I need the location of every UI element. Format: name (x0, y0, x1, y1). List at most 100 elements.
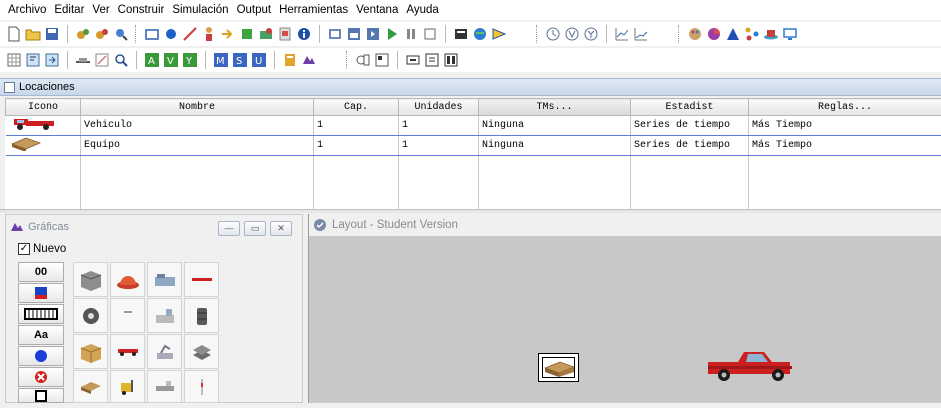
table-cell-icono[interactable] (6, 116, 81, 136)
table-cell-empty[interactable] (6, 156, 81, 212)
circle-icon[interactable] (163, 26, 179, 42)
path-network-icon[interactable] (75, 52, 91, 68)
streams-icon[interactable] (443, 52, 459, 68)
run-icon[interactable] (384, 26, 400, 42)
area-chart-icon[interactable] (633, 26, 649, 42)
table-cell-nombre[interactable]: Equipo (81, 136, 314, 156)
column-header-icono[interactable]: Icono (6, 99, 81, 116)
model-gear-icon[interactable] (75, 26, 91, 42)
column-header-nombre[interactable]: Nombre (81, 99, 314, 116)
menu-simulacion[interactable]: Simulación (168, 4, 232, 16)
rectangle-icon[interactable] (144, 26, 160, 42)
stop-icon[interactable] (422, 26, 438, 42)
graphic-box-cell[interactable] (73, 334, 108, 369)
menu-archivo[interactable]: Archivo (4, 4, 50, 16)
column-header-estadist[interactable]: Estadist (631, 99, 749, 116)
location-vehiculo[interactable] (704, 346, 796, 382)
close-button[interactable]: ✕ (270, 221, 292, 236)
export-icon[interactable] (491, 26, 507, 42)
variables-icon[interactable] (355, 52, 371, 68)
menu-ventana[interactable]: Ventana (352, 4, 402, 16)
panel-restore-icon[interactable] (4, 82, 15, 93)
table-cell-nombre[interactable]: Vehiculo (81, 116, 314, 136)
table-cell-cap[interactable]: 1 (314, 116, 399, 136)
palette-icon[interactable] (687, 26, 703, 42)
view-icon[interactable] (327, 26, 343, 42)
square-button[interactable] (18, 388, 64, 403)
graphic-car-red-cell[interactable] (110, 334, 145, 369)
minimize-button[interactable]: — (218, 221, 240, 236)
nuevo-checkbox[interactable]: ✓ (18, 243, 30, 255)
table-cell-icono[interactable] (6, 136, 81, 156)
macro-u-icon[interactable]: U (251, 52, 267, 68)
column-header-cap[interactable]: Cap. (314, 99, 399, 116)
graphic-press-cell[interactable] (147, 298, 182, 333)
book-icon[interactable] (282, 52, 298, 68)
open-folder-icon[interactable] (25, 26, 41, 42)
column-header-unidades[interactable]: Unidades (399, 99, 479, 116)
text-button[interactable]: Aa (18, 325, 64, 345)
graphic-rack-cell[interactable] (184, 334, 219, 369)
graphic-barrel-cell[interactable] (184, 298, 219, 333)
nuevo-checkbox-row[interactable]: ✓ Nuevo (18, 243, 66, 255)
graphic-pole-cell[interactable] (184, 370, 219, 403)
menu-construir[interactable]: Construir (114, 4, 169, 16)
line-chart-icon[interactable] (614, 26, 630, 42)
table-cell-empty[interactable] (399, 156, 479, 212)
chart-v-icon[interactable] (564, 26, 580, 42)
location-equipo[interactable] (538, 353, 579, 382)
table-cell-empty[interactable] (81, 156, 314, 212)
pause-icon[interactable] (403, 26, 419, 42)
output-icon[interactable] (453, 26, 469, 42)
subroutine-icon[interactable] (405, 52, 421, 68)
monitor-icon[interactable] (782, 26, 798, 42)
chart-y-icon[interactable] (583, 26, 599, 42)
pie-icon[interactable] (706, 26, 722, 42)
menu-ayuda[interactable]: Ayuda (402, 4, 442, 16)
table-cell-unidades[interactable]: 1 (399, 116, 479, 136)
table-cell-empty[interactable] (479, 156, 631, 212)
layout-settings-icon[interactable] (94, 52, 110, 68)
graphic-helmet-cell[interactable] (110, 262, 145, 297)
gauge-button[interactable] (18, 283, 64, 303)
processing-icon[interactable] (258, 26, 274, 42)
table-cell-empty[interactable] (314, 156, 399, 212)
graphic-robot-cell[interactable] (147, 334, 182, 369)
edit-table-icon[interactable] (25, 52, 41, 68)
table-row[interactable]: Vehiculo 1 1 Ninguna Series de tiempo Má… (6, 116, 941, 136)
table-cell-cap[interactable]: 1 (314, 136, 399, 156)
graphic-pallet-cell[interactable] (73, 370, 108, 403)
graph-a-icon[interactable]: A (144, 52, 160, 68)
globe-icon[interactable] (472, 26, 488, 42)
table-cell-empty[interactable] (749, 156, 941, 212)
region-button[interactable] (18, 367, 64, 387)
person-icon[interactable] (201, 26, 217, 42)
menu-output[interactable]: Output (233, 4, 276, 16)
table-cell-tms[interactable]: Ninguna (479, 136, 631, 156)
table-cell-estadist[interactable]: Series de tiempo (631, 136, 749, 156)
info-icon[interactable] (296, 26, 312, 42)
graphic-car-cell[interactable] (184, 262, 219, 297)
horizontal-splitter[interactable] (0, 209, 941, 213)
maximize-button[interactable]: ▭ (244, 221, 266, 236)
graphic-lathe-cell[interactable] (147, 262, 182, 297)
table-row[interactable]: Equipo 1 1 Ninguna Series de tiempo Más … (6, 136, 941, 156)
attributes-icon[interactable] (374, 52, 390, 68)
graphic-label-cell[interactable] (110, 298, 145, 333)
status-light-button[interactable] (18, 346, 64, 366)
graphic-gear-cell[interactable] (73, 298, 108, 333)
graphic-conveyor-cell[interactable] (147, 370, 182, 403)
arrival-icon[interactable] (220, 26, 236, 42)
zoom-icon[interactable] (113, 52, 129, 68)
menu-editar[interactable]: Editar (50, 4, 88, 16)
entity-icon[interactable] (239, 26, 255, 42)
resource-icon[interactable] (277, 26, 293, 42)
column-header-reglas[interactable]: Reglas... (749, 99, 941, 116)
line-draw-icon[interactable] (182, 26, 198, 42)
macro-s-icon[interactable]: S (232, 52, 248, 68)
arrow-table-icon[interactable] (44, 52, 60, 68)
graphics-palette-icon[interactable] (301, 52, 317, 68)
hat-icon[interactable] (763, 26, 779, 42)
triangle-icon[interactable] (725, 26, 741, 42)
graphic-forklift-cell[interactable] (110, 370, 145, 403)
